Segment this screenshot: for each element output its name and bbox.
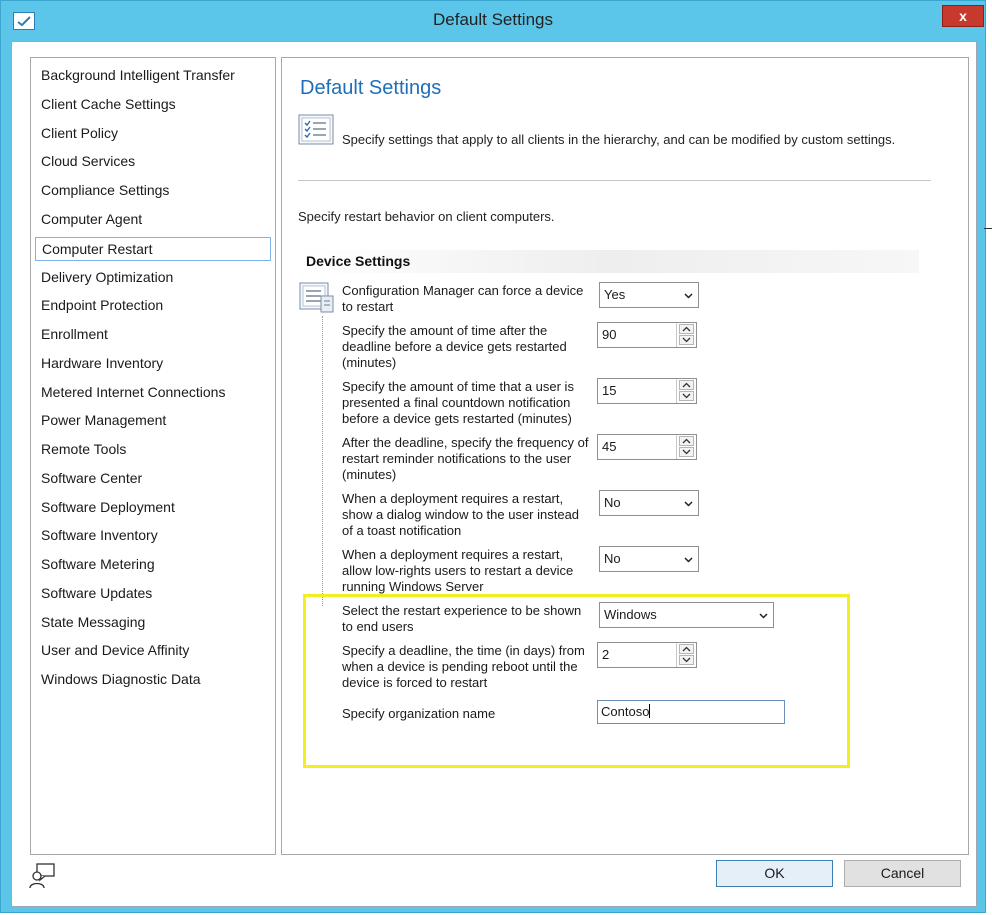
sidebar-item-compliance[interactable]: Compliance Settings [35, 179, 271, 203]
sidebar-item-software-deployment[interactable]: Software Deployment [35, 496, 271, 520]
spin-down-icon[interactable] [679, 447, 694, 457]
force-restart-dropdown[interactable]: Yes [599, 282, 699, 308]
spin-down-icon[interactable] [679, 335, 694, 345]
device-settings-icon [299, 282, 335, 314]
highlight-box [303, 594, 850, 768]
reminder-frequency-stepper[interactable]: 45 [597, 434, 697, 460]
sidebar-item-state-messaging[interactable]: State Messaging [35, 611, 271, 635]
sidebar-item-windows-diagnostic[interactable]: Windows Diagnostic Data [35, 668, 271, 692]
reminder-frequency-value: 45 [602, 439, 617, 454]
dialog-client-area: Background Intelligent Transfer Client C… [11, 41, 977, 907]
setting-label-dialog-window: When a deployment requires a restart, sh… [342, 491, 580, 538]
restart-delay-value: 90 [602, 327, 617, 342]
sidebar-item-client-cache[interactable]: Client Cache Settings [35, 93, 271, 117]
dialog-window-dropdown[interactable]: No [599, 490, 699, 516]
sidebar-item-bits[interactable]: Background Intelligent Transfer [35, 64, 271, 88]
header-description: Specify settings that apply to all clien… [342, 132, 896, 147]
sidebar-item-enrollment[interactable]: Enrollment [35, 323, 271, 347]
sidebar-item-software-inventory[interactable]: Software Inventory [35, 524, 271, 548]
page-subdescription: Specify restart behavior on client compu… [298, 209, 555, 224]
settings-category-list: Background Intelligent Transfer Client C… [30, 57, 276, 855]
section-title: Device Settings [306, 253, 411, 269]
sidebar-item-delivery-optimization[interactable]: Delivery Optimization [35, 266, 271, 290]
tree-connector [322, 316, 323, 606]
countdown-stepper[interactable]: 15 [597, 378, 697, 404]
edge-mark [984, 228, 992, 229]
sidebar-item-software-updates[interactable]: Software Updates [35, 582, 271, 606]
help-person-icon[interactable] [28, 863, 56, 889]
dialog-window-value: No [604, 495, 621, 510]
spin-down-icon[interactable] [679, 391, 694, 401]
settings-list-icon [298, 114, 336, 146]
setting-label-reminder-frequency: After the deadline, specify the frequenc… [342, 435, 589, 482]
low-rights-value: No [604, 551, 621, 566]
section-header: Device Settings [299, 250, 919, 273]
sidebar-item-endpoint-protection[interactable]: Endpoint Protection [35, 294, 271, 318]
sidebar-item-computer-restart[interactable]: Computer Restart [35, 237, 271, 261]
chevron-down-icon [684, 501, 693, 507]
title-bar: Default Settings x [1, 1, 985, 41]
restart-delay-stepper[interactable]: 90 [597, 322, 697, 348]
window-title: Default Settings [432, 10, 553, 29]
close-icon: x [959, 8, 967, 24]
ok-button[interactable]: OK [716, 860, 833, 887]
sidebar-item-computer-agent[interactable]: Computer Agent [35, 208, 271, 232]
chevron-down-icon [684, 293, 693, 299]
spin-up-icon[interactable] [679, 436, 694, 446]
sidebar-item-power-management[interactable]: Power Management [35, 409, 271, 433]
chevron-down-icon [684, 557, 693, 563]
spin-up-icon[interactable] [679, 380, 694, 390]
setting-label-force-restart: Configuration Manager can force a device… [342, 283, 584, 314]
sidebar-item-cloud-services[interactable]: Cloud Services [35, 150, 271, 174]
setting-label-restart-delay: Specify the amount of time after the dea… [342, 323, 567, 370]
sidebar-item-hardware-inventory[interactable]: Hardware Inventory [35, 352, 271, 376]
sidebar-item-user-device-affinity[interactable]: User and Device Affinity [35, 639, 271, 663]
sidebar-item-client-policy[interactable]: Client Policy [35, 122, 271, 146]
close-button[interactable]: x [942, 5, 984, 27]
dialog-window: Default Settings x Background Intelligen… [0, 0, 986, 913]
countdown-value: 15 [602, 383, 617, 398]
force-restart-value: Yes [604, 287, 626, 302]
cancel-button[interactable]: Cancel [844, 860, 961, 887]
sidebar-item-software-center[interactable]: Software Center [35, 467, 271, 491]
sidebar-item-remote-tools[interactable]: Remote Tools [35, 438, 271, 462]
low-rights-dropdown[interactable]: No [599, 546, 699, 572]
divider [298, 180, 931, 181]
spin-up-icon[interactable] [679, 324, 694, 334]
sidebar-item-metered-connections[interactable]: Metered Internet Connections [35, 381, 271, 405]
setting-label-low-rights: When a deployment requires a restart, al… [342, 547, 574, 594]
setting-label-countdown: Specify the amount of time that a user i… [342, 379, 574, 426]
sidebar-item-software-metering[interactable]: Software Metering [35, 553, 271, 577]
page-title: Default Settings [300, 77, 442, 99]
